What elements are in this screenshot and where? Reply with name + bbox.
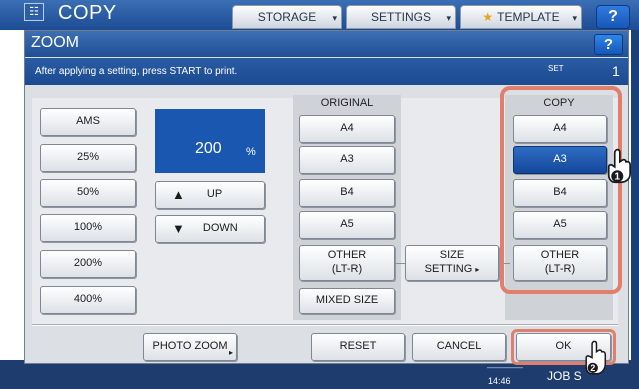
left-edge (0, 30, 18, 389)
photo-zoom-button[interactable]: PHOTO ZOOM ▸ (143, 333, 237, 361)
size-setting-label: SIZE (439, 249, 465, 262)
dialog-title: ZOOM (31, 34, 79, 51)
chevron-down-icon: ▾ (572, 13, 577, 23)
size-setting-sublabel: SETTING ▸ (425, 263, 480, 277)
original-other-label: OTHER (327, 249, 367, 262)
up-arrow-icon: ▲ (172, 186, 185, 202)
original-other-sublabel: (LT-R) (331, 263, 363, 275)
preset-50-button[interactable]: 50% (40, 179, 136, 207)
job-status-label[interactable]: JOB S (547, 369, 582, 383)
zoom-down-button[interactable]: ▼ DOWN (155, 215, 265, 243)
original-other-button[interactable]: OTHER (LT-R) (299, 245, 395, 281)
zoom-value: 200 (195, 140, 222, 157)
preset-25-button[interactable]: 25% (40, 144, 136, 172)
original-b4-button[interactable]: B4 (299, 179, 395, 207)
tab-template-label: TEMPLATE (497, 10, 560, 24)
zoom-up-button[interactable]: ▲ UP (155, 181, 265, 209)
copy-app-icon: ☷ (24, 3, 44, 21)
topbar-help-button[interactable]: ? (596, 5, 630, 29)
original-a3-button[interactable]: A3 (299, 146, 395, 174)
hand-pointer-icon: 2 (585, 340, 607, 375)
photo-zoom-label: PHOTO ZOOM (152, 340, 228, 353)
set-count: 1 (612, 63, 620, 79)
copy-highlight-frame (500, 86, 622, 294)
callout-number-1: 1 (614, 172, 620, 183)
original-a4-button[interactable]: A4 (299, 115, 395, 143)
star-icon: ★ (482, 10, 494, 24)
original-a5-button[interactable]: A5 (299, 211, 395, 239)
zoom-up-label: UP (206, 188, 223, 201)
connector-line (395, 263, 405, 264)
preset-100-button[interactable]: 100% (40, 214, 136, 242)
tab-storage-label: STORAGE (257, 10, 317, 24)
zoom-unit: % (246, 146, 256, 158)
cancel-button[interactable]: CANCEL (412, 333, 506, 361)
size-setting-button[interactable]: SIZE SETTING ▸ (405, 245, 499, 281)
preset-200-button[interactable]: 200% (40, 250, 136, 278)
chevron-down-icon: ▾ (446, 13, 451, 23)
hand-pointer-icon: 1 (607, 148, 631, 184)
down-arrow-icon: ▼ (172, 220, 185, 236)
instruction-message: After applying a setting, press START to… (35, 66, 238, 77)
right-edge (631, 30, 639, 389)
preset-ams-button[interactable]: AMS (40, 108, 136, 136)
preset-400-button[interactable]: 400% (40, 286, 136, 314)
chevron-down-icon: ▾ (332, 13, 337, 23)
tab-settings-label: SETTINGS (370, 10, 431, 24)
tab-settings[interactable]: SETTINGS ▾ (346, 5, 456, 29)
status-time: 14:46 (488, 376, 511, 386)
dialog-help-button[interactable]: ? (594, 34, 623, 55)
mixed-size-button[interactable]: MIXED SIZE (299, 288, 395, 314)
app-title: COPY (58, 2, 117, 24)
set-label: SET (548, 64, 564, 73)
callout-number-2: 2 (590, 363, 595, 373)
original-header: ORIGINAL (320, 97, 374, 109)
zoom-down-label: DOWN (202, 222, 238, 235)
tab-storage[interactable]: STORAGE ▾ (232, 5, 342, 29)
size-setting-sublabel-text: SETTING (424, 263, 473, 275)
chevron-right-icon: ▸ (475, 265, 480, 274)
chevron-right-icon: ▸ (228, 348, 233, 357)
dialog-title-bar (25, 31, 628, 57)
reset-button[interactable]: RESET (311, 333, 405, 361)
tab-template[interactable]: ★ TEMPLATE ▾ (460, 5, 582, 29)
panel-divider-highlight (32, 325, 618, 326)
